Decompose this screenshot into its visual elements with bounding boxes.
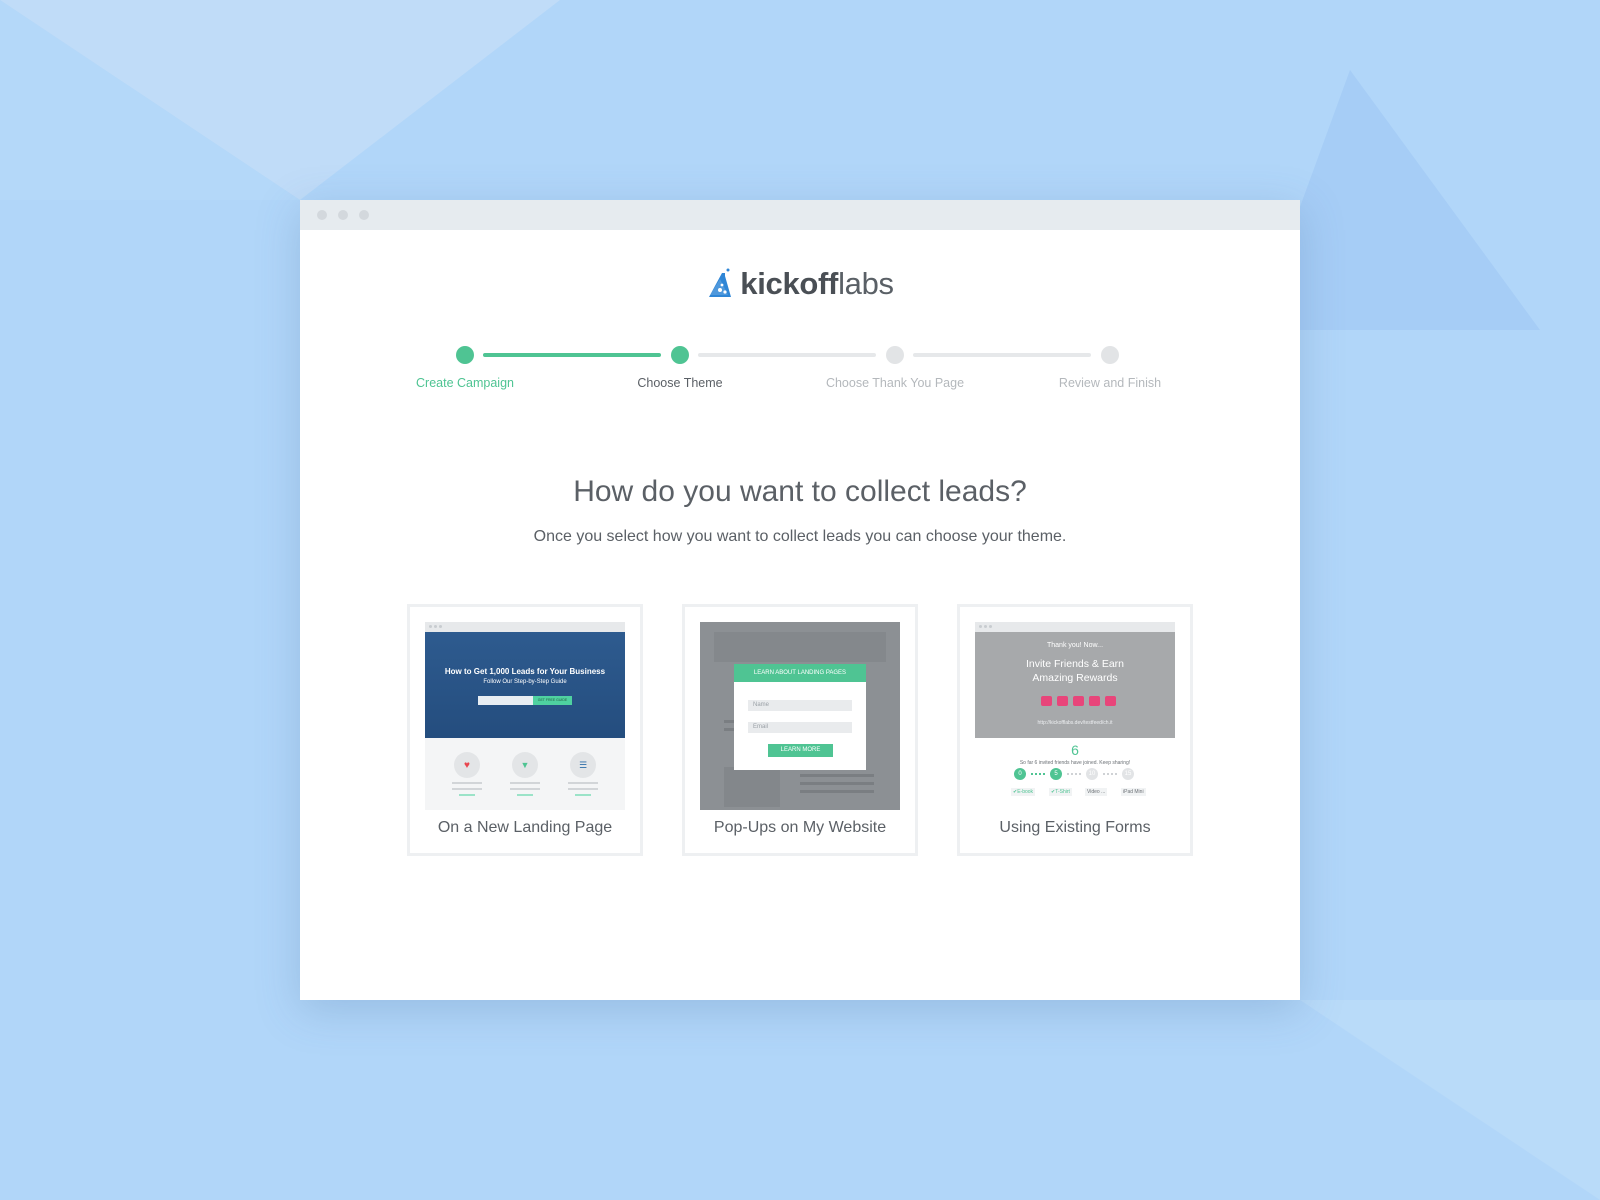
step-label-choose-thank-you-page: Choose Thank You Page xyxy=(825,376,965,390)
preview-reward-ipad: iPad Mini xyxy=(1121,788,1146,796)
preview-milestone-0: 0 xyxy=(1014,768,1026,780)
preview-milestone-15: 15 xyxy=(1122,768,1134,780)
window-titlebar xyxy=(300,200,1300,230)
email-icon xyxy=(1105,696,1116,706)
page-title: How do you want to collect leads? xyxy=(573,475,1027,508)
step-connector-3 xyxy=(913,353,1091,357)
preview-hero-title: How to Get 1,000 Leads for Your Business xyxy=(444,667,606,676)
heart-icon: ♥ xyxy=(454,752,480,778)
option-card-landing-page[interactable]: How to Get 1,000 Leads for Your Business… xyxy=(407,604,643,856)
preview-popup-header: LEARN ABOUT LANDING PAGES xyxy=(734,664,866,682)
pinterest-icon xyxy=(1089,696,1100,706)
preview-share-hero: Thank you! Now... Invite Friends & Earn … xyxy=(975,632,1175,738)
preview-popup-modal: LEARN ABOUT LANDING PAGES Name Email LEA… xyxy=(734,664,866,770)
preview-title-line2: Amazing Rewards xyxy=(1032,672,1118,684)
window-minimize-dot[interactable] xyxy=(338,210,348,220)
list-icon: ☰ xyxy=(570,752,596,778)
progress-stepper: Create Campaign Choose Theme Choose Than… xyxy=(300,346,1300,406)
preview-cta-button: GET FREE GUIDE xyxy=(533,696,572,705)
preview-features: ♥ ▼ ☰ xyxy=(425,738,625,810)
existing-forms-preview: Thank you! Now... Invite Friends & Earn … xyxy=(975,622,1175,810)
preview-reward-ebook: ✔E-book xyxy=(1011,788,1036,796)
brand-logo: kickofflabs xyxy=(300,266,1300,306)
preview-learn-more-button: LEARN MORE xyxy=(768,744,833,757)
step-connector-1 xyxy=(483,353,661,357)
step-connector-2 xyxy=(698,353,876,357)
step-dot-create-campaign[interactable] xyxy=(456,346,474,364)
step-label-create-campaign[interactable]: Create Campaign xyxy=(365,376,565,390)
option-label-existing-forms: Using Existing Forms xyxy=(999,819,1151,836)
preview-reward-video: Video ... xyxy=(1085,788,1108,796)
step-label-choose-theme[interactable]: Choose Theme xyxy=(580,376,780,390)
option-card-popups[interactable]: LEARN ABOUT LANDING PAGES Name Email LEA… xyxy=(682,604,918,856)
facebook-icon xyxy=(1041,696,1052,706)
preview-browser-bar xyxy=(975,622,1175,632)
preview-name-field: Name xyxy=(748,700,852,711)
preview-progress-text: So far 6 invited friends have joined. Ke… xyxy=(1019,760,1131,766)
preview-share-link: http://kickofflabs.dev/testfeed/ch.it xyxy=(1037,720,1113,726)
step-dot-choose-theme[interactable] xyxy=(671,346,689,364)
linkedin-icon xyxy=(1073,696,1084,706)
landing-page-preview: How to Get 1,000 Leads for Your Business… xyxy=(425,622,625,810)
popup-preview: LEARN ABOUT LANDING PAGES Name Email LEA… xyxy=(700,622,900,810)
preview-email-field: Email xyxy=(748,722,852,733)
preview-social-icons xyxy=(1041,696,1116,706)
flask-icon xyxy=(709,268,732,297)
preview-browser-bar xyxy=(425,622,625,632)
preview-title-line1: Invite Friends & Earn xyxy=(1025,658,1125,670)
preview-hero-subtitle: Follow Our Step-by-Step Guide xyxy=(483,679,567,685)
preview-share-progress: 6 So far 6 invited friends have joined. … xyxy=(975,738,1175,810)
window-maximize-dot[interactable] xyxy=(359,210,369,220)
brand-wordmark: kickofflabs xyxy=(740,266,894,301)
preview-reward-tshirt: ✔T-Shirt xyxy=(1049,788,1072,796)
preview-hero: How to Get 1,000 Leads for Your Business… xyxy=(425,632,625,738)
preview-milestone-10: 10 xyxy=(1086,768,1098,780)
step-dot-review-and-finish xyxy=(1101,346,1119,364)
option-card-existing-forms[interactable]: Thank you! Now... Invite Friends & Earn … xyxy=(957,604,1193,856)
app-window: kickofflabs Create Campaign Choose Theme… xyxy=(300,200,1300,1000)
page-subtitle: Once you select how you want to collect … xyxy=(533,528,1067,545)
step-label-review-and-finish: Review and Finish xyxy=(1058,376,1162,390)
twitter-icon xyxy=(1057,696,1068,706)
window-close-dot[interactable] xyxy=(317,210,327,220)
option-label-landing-page: On a New Landing Page xyxy=(437,819,613,836)
download-icon: ▼ xyxy=(512,752,538,778)
preview-kicker: Thank you! Now... xyxy=(1046,642,1104,649)
preview-milestone-5: 5 xyxy=(1050,768,1062,780)
preview-invite-count: 6 xyxy=(1071,742,1079,758)
step-dot-choose-thank-you-page xyxy=(886,346,904,364)
option-label-popups: Pop-Ups on My Website xyxy=(713,819,887,836)
